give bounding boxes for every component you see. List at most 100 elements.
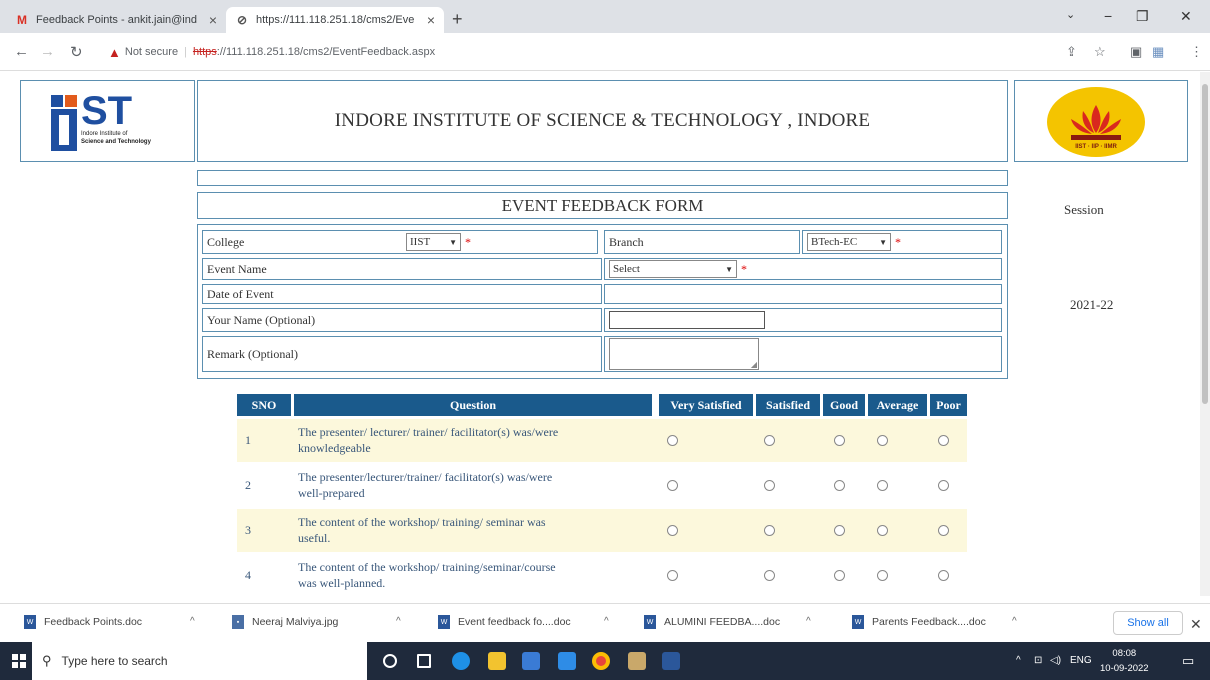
download-item[interactable]: W Feedback Points.doc xyxy=(24,615,142,629)
minimize-icon[interactable]: − xyxy=(1104,8,1112,24)
radio-average[interactable] xyxy=(877,509,888,552)
col-header-very-satisfied: Very Satisfied xyxy=(659,394,753,416)
radio-circle[interactable] xyxy=(667,480,678,491)
chrome-icon[interactable] xyxy=(592,652,610,670)
scrollbar-thumb[interactable] xyxy=(1202,84,1208,404)
chevron-up-icon[interactable]: ^ xyxy=(1012,616,1017,627)
radio-circle[interactable] xyxy=(938,525,949,536)
tray-chevron-icon[interactable]: ^ xyxy=(1016,655,1021,666)
college-value: IIST xyxy=(410,236,431,248)
radio-circle[interactable] xyxy=(667,525,678,536)
cortana-icon[interactable] xyxy=(383,654,397,668)
chevron-up-icon[interactable]: ^ xyxy=(190,616,195,627)
restore-icon[interactable]: ❐ xyxy=(1136,8,1149,25)
radio-circle[interactable] xyxy=(938,570,949,581)
chevron-up-icon[interactable]: ^ xyxy=(806,616,811,627)
radio-very-satisfied[interactable] xyxy=(667,509,678,552)
radio-poor[interactable] xyxy=(938,554,949,596)
date-field[interactable] xyxy=(604,284,1002,304)
close-tab-icon[interactable]: × xyxy=(209,12,217,28)
radio-circle[interactable] xyxy=(877,525,888,536)
share-icon[interactable]: ⇪ xyxy=(1066,44,1077,60)
col-header-satisfied: Satisfied xyxy=(756,394,820,416)
close-tab-icon[interactable]: × xyxy=(427,12,435,28)
radio-circle[interactable] xyxy=(834,480,845,491)
radio-satisfied[interactable] xyxy=(764,464,775,507)
radio-circle[interactable] xyxy=(938,480,949,491)
volume-icon[interactable]: ◁) xyxy=(1050,655,1061,666)
download-item[interactable]: ▪ Neeraj Malviya.jpg xyxy=(232,615,338,629)
browser-tab-strip: M Feedback Points - ankit.jain@ind × ⊘ h… xyxy=(0,0,1210,33)
radio-average[interactable] xyxy=(877,554,888,596)
clock[interactable]: 08:08 10-09-2022 xyxy=(1100,646,1149,676)
word-icon[interactable] xyxy=(662,652,680,670)
name-input[interactable] xyxy=(609,311,765,329)
chevron-up-icon[interactable]: ^ xyxy=(604,616,609,627)
taskbar-search[interactable]: ⚲ Type here to search xyxy=(32,642,367,680)
app-icon[interactable] xyxy=(628,652,646,670)
reload-icon[interactable]: ↻ xyxy=(70,43,83,61)
task-view-icon[interactable] xyxy=(417,654,431,668)
radio-satisfied[interactable] xyxy=(764,509,775,552)
radio-circle[interactable] xyxy=(877,480,888,491)
radio-poor[interactable] xyxy=(938,464,949,507)
radio-good[interactable] xyxy=(834,509,845,552)
radio-satisfied[interactable] xyxy=(764,419,775,462)
radio-circle[interactable] xyxy=(877,570,888,581)
radio-satisfied[interactable] xyxy=(764,554,775,596)
store-icon[interactable] xyxy=(522,652,540,670)
chevron-up-icon[interactable]: ^ xyxy=(396,616,401,627)
college-select[interactable]: IIST ▼ xyxy=(406,233,461,251)
mail-icon[interactable] xyxy=(558,652,576,670)
download-item[interactable]: W ALUMINI FEEDBA....doc xyxy=(644,615,780,629)
menu-icon[interactable]: ⋮ xyxy=(1190,44,1203,60)
radio-circle[interactable] xyxy=(938,435,949,446)
radio-circle[interactable] xyxy=(877,435,888,446)
remark-textarea[interactable]: ◢ xyxy=(609,338,759,370)
radio-average[interactable] xyxy=(877,419,888,462)
radio-circle[interactable] xyxy=(667,435,678,446)
resize-handle-icon[interactable]: ◢ xyxy=(751,360,757,369)
notifications-icon[interactable]: ▭ xyxy=(1182,653,1194,669)
new-tab-button[interactable]: + xyxy=(452,9,463,30)
show-all-button[interactable]: Show all xyxy=(1113,611,1183,635)
page-scrollbar[interactable] xyxy=(1200,72,1210,596)
radio-good[interactable] xyxy=(834,419,845,462)
radio-very-satisfied[interactable] xyxy=(667,419,678,462)
radio-circle[interactable] xyxy=(834,525,845,536)
tab-search-icon[interactable]: ⌄ xyxy=(1066,8,1075,21)
extension-icon[interactable]: ▦ xyxy=(1152,44,1164,60)
download-item[interactable]: W Parents Feedback....doc xyxy=(852,615,986,629)
radio-good[interactable] xyxy=(834,464,845,507)
back-icon[interactable]: ← xyxy=(14,43,29,60)
windows-start-icon[interactable] xyxy=(12,654,26,668)
radio-circle[interactable] xyxy=(764,480,775,491)
file-explorer-icon[interactable] xyxy=(488,652,506,670)
edge-icon[interactable] xyxy=(452,652,470,670)
tab-event-feedback[interactable]: ⊘ https://111.118.251.18/cms2/Eve × xyxy=(226,7,444,33)
bookmark-star-icon[interactable]: ☆ xyxy=(1094,44,1106,60)
event-name-select[interactable]: Select ▼ xyxy=(609,260,737,278)
branch-select[interactable]: BTech-EC ▼ xyxy=(807,233,891,251)
radio-circle[interactable] xyxy=(667,570,678,581)
radio-poor[interactable] xyxy=(938,509,949,552)
close-window-icon[interactable]: ✕ xyxy=(1180,8,1192,25)
radio-circle[interactable] xyxy=(764,435,775,446)
radio-good[interactable] xyxy=(834,554,845,596)
forward-icon[interactable]: → xyxy=(40,43,55,60)
tab-feedback-points[interactable]: M Feedback Points - ankit.jain@ind × xyxy=(6,7,226,33)
radio-circle[interactable] xyxy=(764,570,775,581)
network-icon[interactable]: ⊡ xyxy=(1034,655,1042,666)
omnibox[interactable]: ▲ Not secure | https ://111.118.251.18/c… xyxy=(108,41,435,63)
radio-poor[interactable] xyxy=(938,419,949,462)
radio-very-satisfied[interactable] xyxy=(667,554,678,596)
radio-very-satisfied[interactable] xyxy=(667,464,678,507)
radio-circle[interactable] xyxy=(834,435,845,446)
download-item[interactable]: W Event feedback fo....doc xyxy=(438,615,571,629)
radio-average[interactable] xyxy=(877,464,888,507)
close-download-bar-icon[interactable]: ✕ xyxy=(1190,616,1202,633)
language-indicator[interactable]: ENG xyxy=(1070,655,1092,666)
radio-circle[interactable] xyxy=(764,525,775,536)
sidebar-icon[interactable]: ▣ xyxy=(1130,44,1142,60)
radio-circle[interactable] xyxy=(834,570,845,581)
